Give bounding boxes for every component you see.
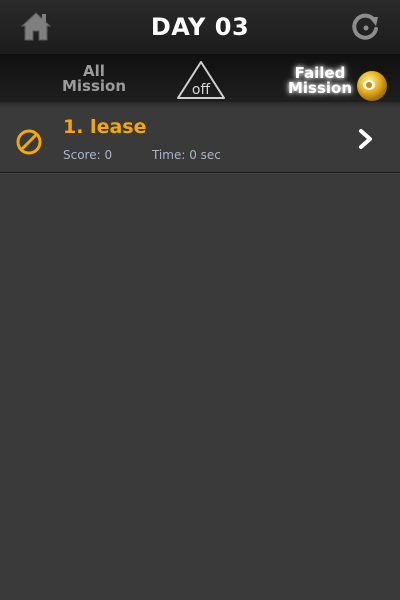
chevron-right-icon bbox=[359, 129, 372, 149]
all-mission-label-line2: Mission bbox=[61, 77, 127, 95]
mission-meta: Score: 0 Time: 0 sec bbox=[63, 148, 221, 162]
score-value: 0 bbox=[104, 148, 113, 162]
filter-toggle[interactable]: off bbox=[175, 58, 227, 102]
time-value: 0 sec bbox=[189, 148, 221, 162]
top-bar: DAY 03 bbox=[0, 0, 400, 54]
mission-title: 1. lease bbox=[63, 116, 147, 138]
failed-mission-label-line2: Mission bbox=[287, 79, 353, 97]
toggle-state-label: off bbox=[191, 82, 211, 98]
failed-mission-ball[interactable] bbox=[356, 70, 388, 102]
filter-bar: All Mission off Failed Mission bbox=[0, 54, 400, 103]
all-mission-filter[interactable]: All Mission bbox=[48, 64, 140, 94]
refresh-icon bbox=[352, 13, 378, 40]
score-label: Score: bbox=[63, 148, 101, 162]
refresh-button[interactable] bbox=[349, 11, 383, 45]
page-title: DAY 03 bbox=[150, 13, 250, 41]
yellow-ball-icon bbox=[357, 71, 387, 101]
ban-icon bbox=[16, 129, 42, 155]
mission-row[interactable]: 1. lease Score: 0 Time: 0 sec bbox=[0, 108, 400, 173]
time-label: Time: bbox=[151, 148, 186, 162]
failed-mission-filter[interactable]: Failed Mission bbox=[282, 66, 358, 96]
